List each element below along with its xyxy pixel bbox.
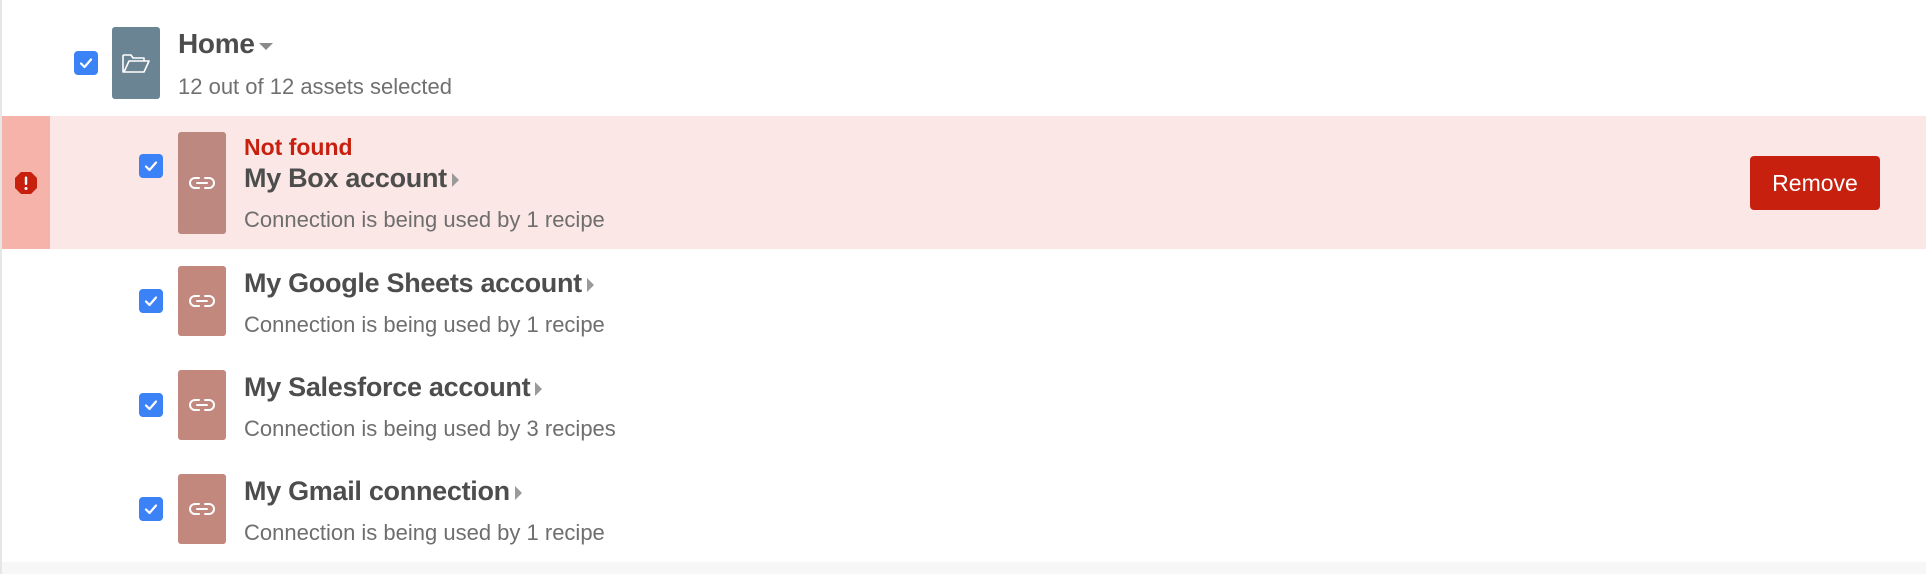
chevron-right-icon bbox=[586, 278, 594, 292]
item-description: Connection is being used by 1 recipe bbox=[244, 207, 605, 232]
list-item-salesforce-account: My Salesforce account Connection is bein… bbox=[2, 353, 1926, 457]
item-name-link[interactable]: My Salesforce account bbox=[244, 372, 543, 403]
checkmark-icon bbox=[144, 161, 158, 172]
chevron-right-icon bbox=[451, 173, 459, 187]
chevron-right-icon bbox=[514, 486, 522, 500]
asset-selection-panel: Home 12 out of 12 assets selected Not fo… bbox=[0, 0, 1926, 574]
folder-tile bbox=[112, 27, 160, 99]
connection-tile bbox=[178, 266, 226, 336]
folder-title: Home bbox=[178, 28, 255, 59]
item-description: Connection is being used by 1 recipe bbox=[244, 520, 605, 545]
checkmark-icon bbox=[79, 58, 93, 69]
checkmark-icon bbox=[144, 296, 158, 307]
folder-title-dropdown[interactable]: Home bbox=[178, 28, 273, 60]
status-not-found: Not found bbox=[244, 134, 353, 160]
item-name: My Gmail connection bbox=[244, 476, 510, 506]
item-name-link[interactable]: My Box account bbox=[244, 163, 459, 194]
checkmark-icon bbox=[144, 504, 158, 515]
item-name-link[interactable]: My Gmail connection bbox=[244, 476, 522, 507]
folder-checkbox[interactable] bbox=[74, 51, 98, 75]
link-icon bbox=[189, 177, 215, 189]
folder-open-icon bbox=[122, 54, 150, 73]
error-icon bbox=[14, 171, 38, 195]
connection-tile bbox=[178, 474, 226, 544]
link-icon bbox=[189, 399, 215, 411]
item-description: Connection is being used by 1 recipe bbox=[244, 312, 605, 337]
chevron-right-icon bbox=[535, 382, 543, 396]
folder-row-home: Home 12 out of 12 assets selected bbox=[2, 0, 1926, 116]
item-name-link[interactable]: My Google Sheets account bbox=[244, 268, 594, 299]
chevron-down-icon bbox=[258, 42, 273, 50]
link-icon bbox=[189, 295, 215, 307]
item-description: Connection is being used by 3 recipes bbox=[244, 416, 616, 441]
item-name: My Box account bbox=[244, 163, 447, 193]
remove-button[interactable]: Remove bbox=[1750, 156, 1880, 210]
list-item-google-sheets-account: My Google Sheets account Connection is b… bbox=[2, 249, 1926, 353]
list-item-box-account: Not found My Box account Connection is b… bbox=[2, 116, 1926, 249]
list-item-gmail-connection: My Gmail connection Connection is being … bbox=[2, 457, 1926, 562]
item-name: My Salesforce account bbox=[244, 372, 531, 402]
folder-selection-summary: 12 out of 12 assets selected bbox=[178, 74, 452, 99]
connection-tile bbox=[178, 132, 226, 234]
item-name: My Google Sheets account bbox=[244, 268, 582, 298]
error-gutter bbox=[2, 116, 50, 249]
item-checkbox[interactable] bbox=[139, 497, 163, 521]
connection-tile bbox=[178, 370, 226, 440]
item-checkbox[interactable] bbox=[139, 289, 163, 313]
panel-footer-divider bbox=[2, 562, 1926, 574]
item-checkbox[interactable] bbox=[139, 154, 163, 178]
item-checkbox[interactable] bbox=[139, 393, 163, 417]
checkmark-icon bbox=[144, 400, 158, 411]
link-icon bbox=[189, 503, 215, 515]
